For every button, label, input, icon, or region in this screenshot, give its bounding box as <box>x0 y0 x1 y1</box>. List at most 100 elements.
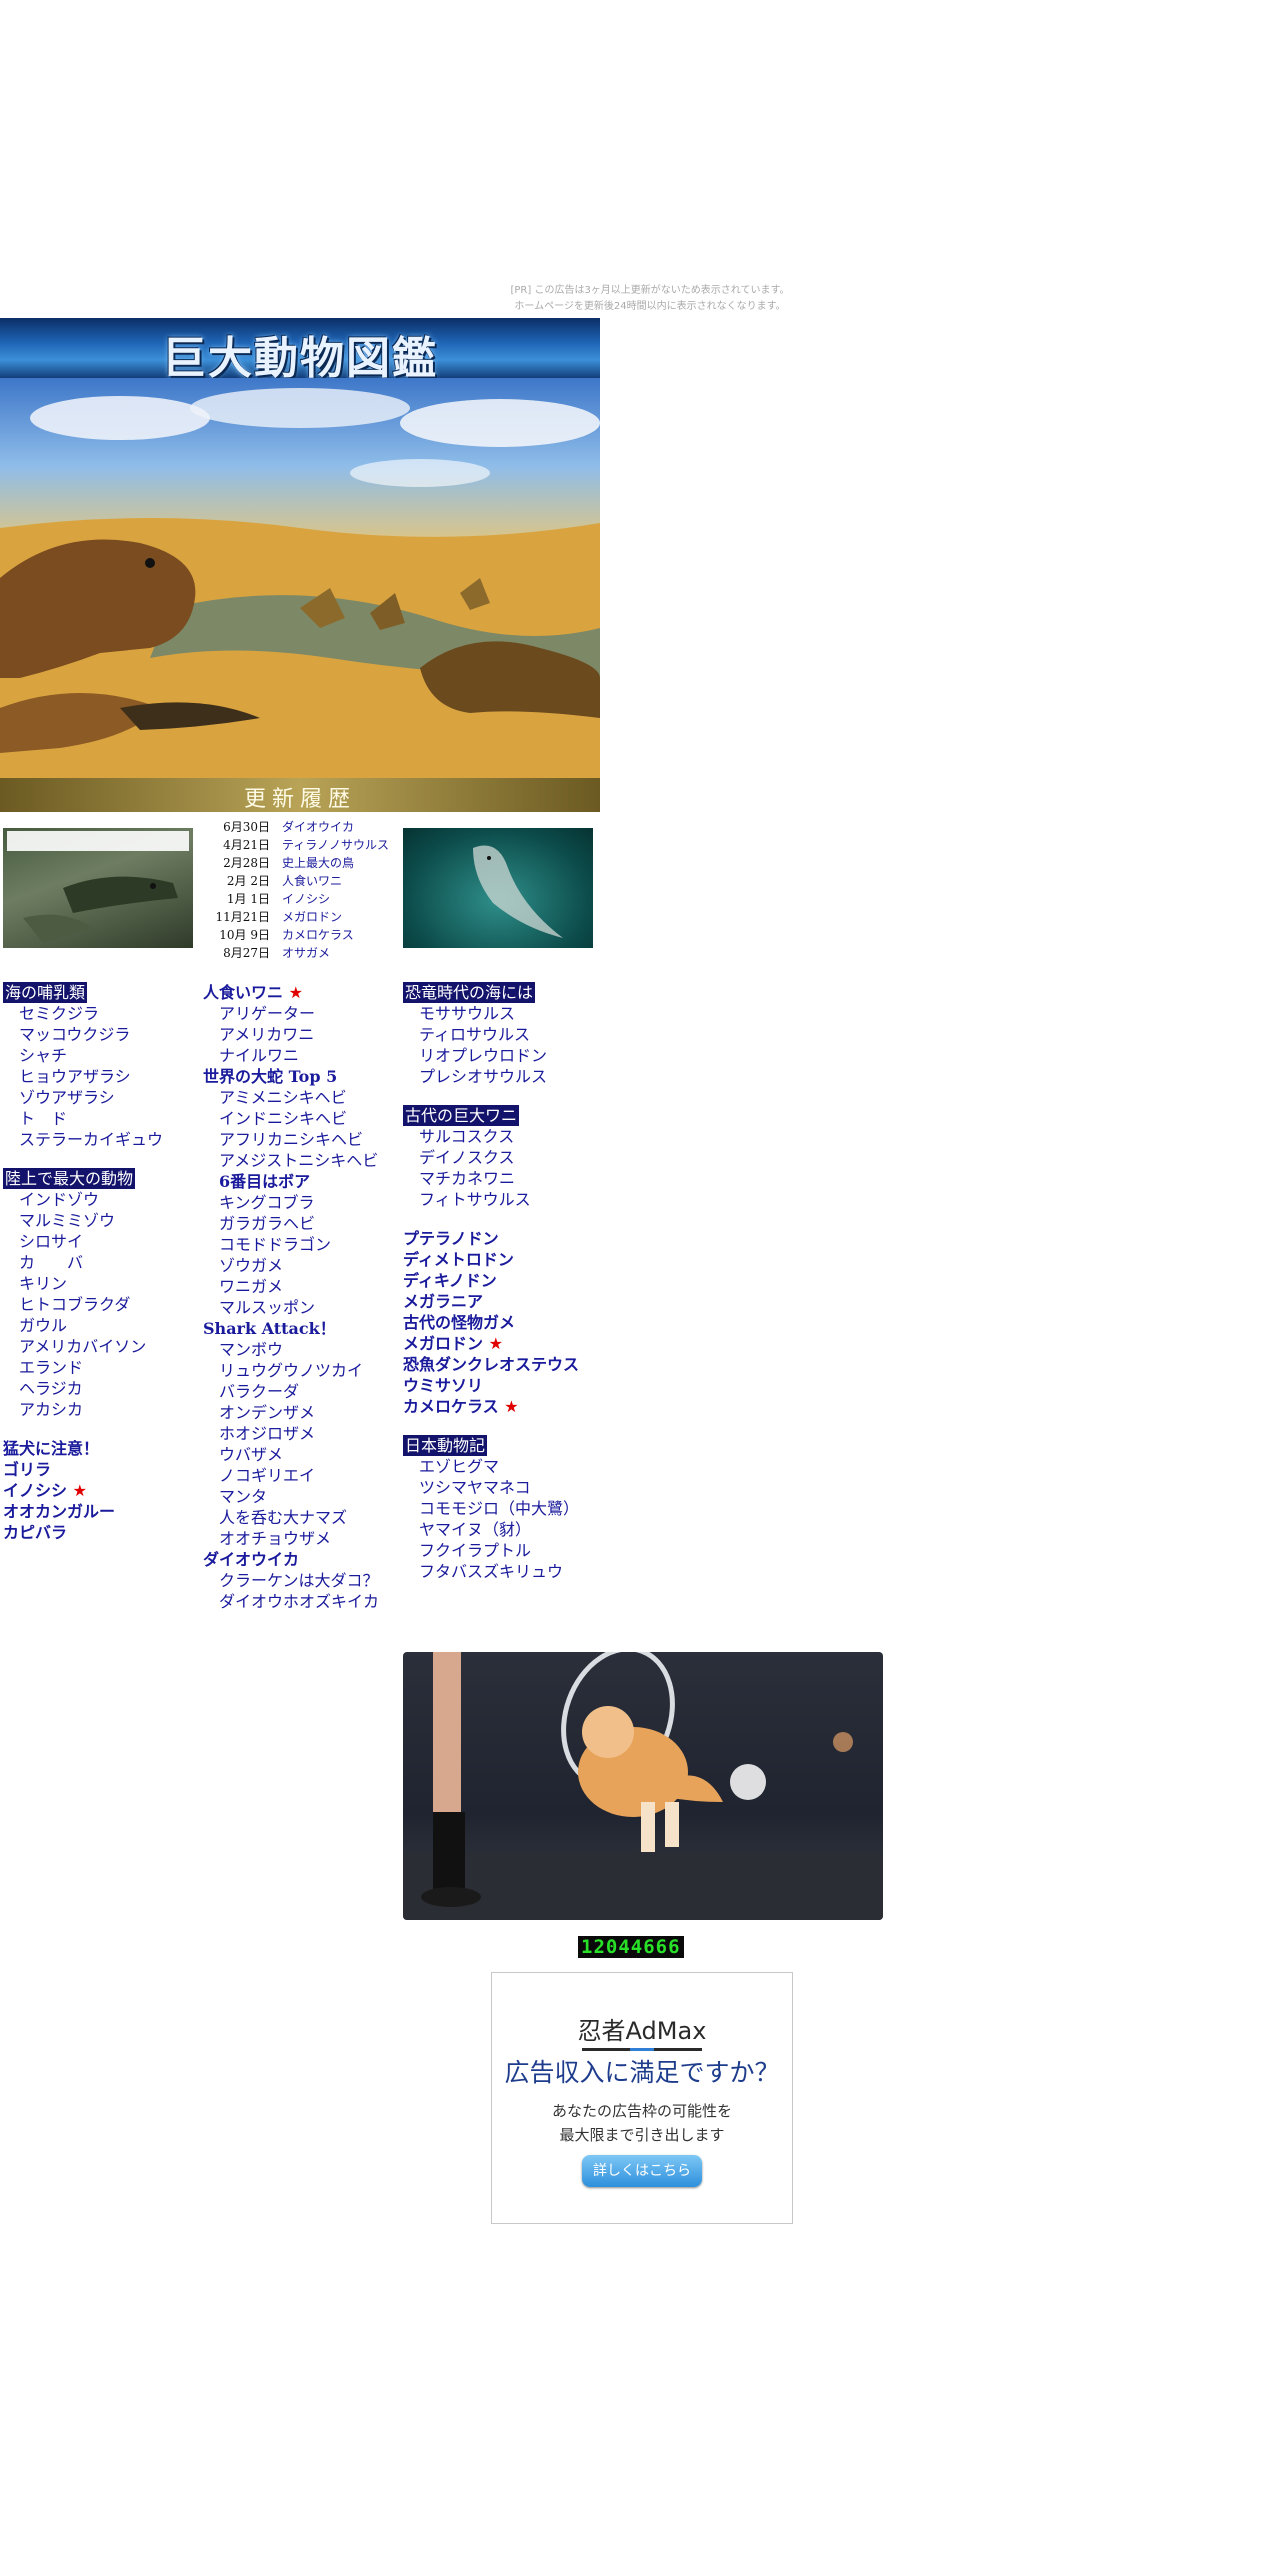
nav-link[interactable]: ダイオウイカ <box>203 1550 299 1569</box>
nav-link[interactable]: メガラニア <box>403 1292 483 1311</box>
nav-link[interactable]: 人食いワニ <box>203 983 283 1002</box>
nav-link[interactable]: 古代の怪物ガメ <box>403 1313 515 1332</box>
nav-link[interactable]: ディキノドン <box>403 1271 497 1290</box>
nav-link[interactable]: デイノスクス <box>419 1148 515 1167</box>
nav-link[interactable]: コモドドラゴン <box>219 1235 331 1254</box>
nav-link[interactable]: ゾウアザラシ <box>19 1088 115 1107</box>
list-item[interactable]: 10月 9日 カメロケラス <box>200 926 389 944</box>
list-item[interactable]: 6月30日 ダイオウイカ <box>200 818 389 836</box>
nav-link[interactable]: ゴリラ <box>3 1460 51 1479</box>
nav-link[interactable]: ト ド <box>19 1109 67 1128</box>
nav-link[interactable]: プテラノドン <box>403 1229 499 1248</box>
list-item[interactable]: 8月27日 オサガメ <box>200 944 389 962</box>
list-item[interactable]: 1月 1日 イノシシ <box>200 890 389 908</box>
nav-link[interactable]: アメリカワニ <box>219 1025 314 1044</box>
shark-thumbnail[interactable] <box>403 828 593 948</box>
nav-link[interactable]: アメリカバイソン <box>19 1337 146 1356</box>
nav-link[interactable]: モササウルス <box>419 1004 515 1023</box>
nav-link[interactable]: アメジストニシキヘビ <box>219 1151 378 1170</box>
nav-link[interactable]: ナイルワニ <box>219 1046 299 1065</box>
nav-link[interactable]: ガウル <box>19 1316 67 1335</box>
nav-link[interactable]: リオプレウロドン <box>419 1046 547 1065</box>
list-item[interactable]: 2月28日 史上最大の鳥 <box>200 854 389 872</box>
nav-link[interactable]: エゾヒグマ <box>419 1457 499 1476</box>
nav-link[interactable]: コモモジロ（中大鷺） <box>419 1499 579 1518</box>
nav-link[interactable]: アリゲーター <box>219 1004 315 1023</box>
nav-link[interactable]: カメロケラス <box>403 1397 499 1416</box>
nav-link[interactable]: 6番目はボア <box>219 1172 310 1191</box>
update-link[interactable]: ティラノノサウルス <box>282 836 389 854</box>
nav-link[interactable]: オンデンザメ <box>219 1403 315 1422</box>
nav-link[interactable]: キングコブラ <box>219 1193 315 1212</box>
nav-link[interactable]: ヒトコブラクダ <box>19 1295 130 1314</box>
nav-link[interactable]: キリン <box>19 1274 67 1293</box>
nav-link[interactable]: マルミミゾウ <box>19 1211 115 1230</box>
nav-link[interactable]: ワニガメ <box>219 1277 283 1296</box>
nav-link[interactable]: カ バ <box>19 1253 83 1272</box>
nav-link[interactable]: マンボウ <box>219 1340 283 1359</box>
nav-link[interactable]: アカシカ <box>19 1400 83 1419</box>
nav-link[interactable]: ウミサソリ <box>403 1376 483 1395</box>
nav-link[interactable]: ツシマヤマネコ <box>419 1478 531 1497</box>
nav-link[interactable]: マンタ <box>219 1487 267 1506</box>
nav-link[interactable]: ヤマイヌ（豺） <box>419 1520 531 1539</box>
nav-link[interactable]: イノシシ <box>3 1481 67 1500</box>
update-link[interactable]: 史上最大の鳥 <box>282 854 354 872</box>
nav-link[interactable]: インドゾウ <box>19 1190 99 1209</box>
nav-link[interactable]: ティロサウルス <box>419 1025 530 1044</box>
nav-link[interactable]: ホオジロザメ <box>219 1424 315 1443</box>
nav-link[interactable]: オオチョウザメ <box>219 1529 331 1548</box>
nav-link[interactable]: サルコスクス <box>419 1127 514 1146</box>
nav-link[interactable]: ダイオウホオズキイカ <box>219 1592 379 1611</box>
nav-link[interactable]: 猛犬に注意！ <box>3 1439 99 1458</box>
nav-link[interactable]: Shark Attack！ <box>203 1319 336 1338</box>
list-item[interactable]: 11月21日 メガロドン <box>200 908 389 926</box>
nav-link[interactable]: フィトサウルス <box>419 1190 531 1209</box>
update-link[interactable]: カメロケラス <box>282 926 354 944</box>
crocodile-news-thumbnail[interactable] <box>3 828 193 948</box>
update-link[interactable]: メガロドン <box>282 908 342 926</box>
video-ad-cat-hoop[interactable] <box>403 1652 883 1920</box>
nav-link[interactable]: ウバザメ <box>219 1445 283 1464</box>
nav-link[interactable]: インドニシキヘビ <box>219 1109 347 1128</box>
nav-link[interactable]: ディメトロドン <box>403 1250 514 1269</box>
nav-link[interactable]: 世界の大蛇 Top 5 <box>203 1067 337 1086</box>
nav-link[interactable]: プレシオサウルス <box>419 1067 547 1086</box>
update-link[interactable]: イノシシ <box>282 890 330 908</box>
nav-link[interactable]: アミメニシキヘビ <box>219 1088 347 1107</box>
nav-link[interactable]: シロサイ <box>19 1232 83 1251</box>
nav-link[interactable]: ヒョウアザラシ <box>19 1067 131 1086</box>
nav-link[interactable]: 恐魚ダンクレオステウス <box>403 1355 579 1374</box>
nav-link[interactable]: セミクジラ <box>19 1004 99 1023</box>
update-link[interactable]: 人食いワニ <box>282 872 342 890</box>
update-date: 4月21日 <box>223 838 270 852</box>
new-star-icon: ★ <box>288 983 303 1002</box>
nav-link[interactable]: ステラーカイギュウ <box>19 1130 163 1149</box>
nav-link[interactable]: マルスッポン <box>219 1298 315 1317</box>
nav-link[interactable]: マチカネワニ <box>419 1169 515 1188</box>
nav-link[interactable]: フクイラプトル <box>419 1541 531 1560</box>
nav-link[interactable]: アフリカニシキヘビ <box>219 1130 363 1149</box>
nav-link[interactable]: リュウグウノツカイ <box>219 1361 363 1380</box>
update-link[interactable]: オサガメ <box>282 944 330 962</box>
nav-link[interactable]: ヘラジカ <box>19 1379 83 1398</box>
nav-link[interactable]: ガラガラヘビ <box>219 1214 315 1233</box>
nav-link[interactable]: ゾウガメ <box>219 1256 283 1275</box>
list-item[interactable]: 4月21日 ティラノノサウルス <box>200 836 389 854</box>
nav-link[interactable]: 人を呑む大ナマズ <box>219 1508 347 1527</box>
nav-link[interactable]: オオカンガルー <box>3 1502 115 1521</box>
nav-link[interactable]: シャチ <box>19 1046 67 1065</box>
list-item[interactable]: 2月 2日 人食いワニ <box>200 872 389 890</box>
nav-link[interactable]: フタバスズキリュウ <box>419 1562 563 1581</box>
nav-link[interactable]: ノコギリエイ <box>219 1466 315 1485</box>
nav-link[interactable]: カピバラ <box>3 1523 67 1542</box>
access-counter: 12044666 <box>578 1936 684 1958</box>
nav-link[interactable]: バラクーダ <box>219 1382 299 1401</box>
admax-ad-banner[interactable]: 忍者AdMax 広告収入に満足ですか？ あなたの広告枠の可能性を 最大限まで引き… <box>491 1972 793 2224</box>
nav-link[interactable]: マッコウクジラ <box>19 1025 130 1044</box>
nav-link[interactable]: エランド <box>19 1358 83 1377</box>
nav-link[interactable]: クラーケンは大ダコ？ <box>219 1571 379 1590</box>
update-link[interactable]: ダイオウイカ <box>282 818 354 836</box>
nav-link[interactable]: メガロドン <box>403 1334 483 1353</box>
ad-details-button[interactable]: 詳しくはこちら <box>582 2155 702 2187</box>
